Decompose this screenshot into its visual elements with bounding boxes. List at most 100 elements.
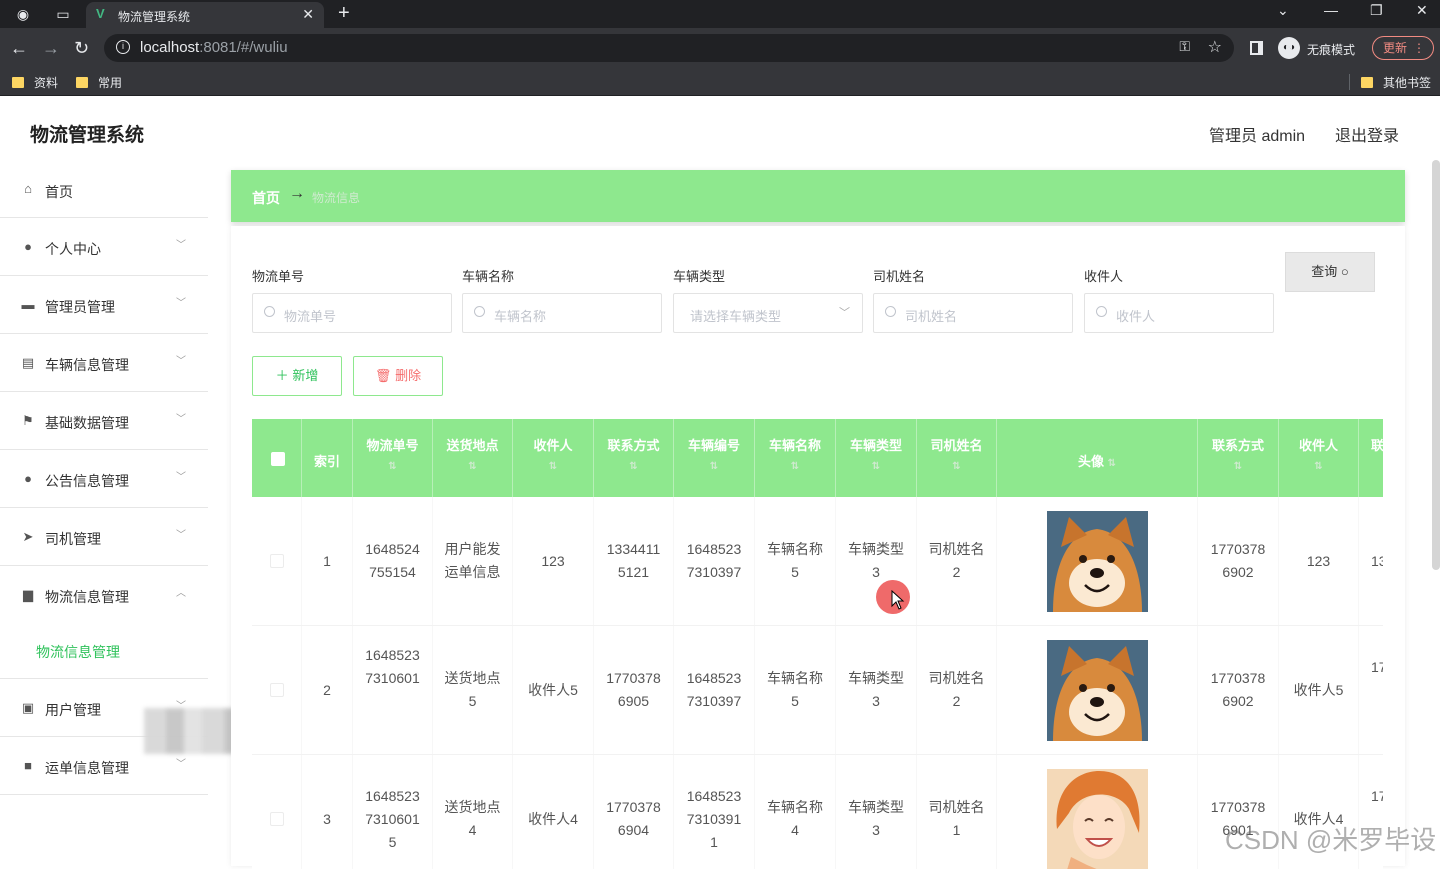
- filter-label: 物流单号: [252, 266, 304, 285]
- delete-button[interactable]: 🗑 删除: [353, 356, 443, 396]
- header-cell[interactable]: 联: [1359, 419, 1383, 497]
- browser-tab[interactable]: V 物流管理系统 ✕: [86, 2, 324, 28]
- vehicle-name-input[interactable]: 车辆名称: [462, 293, 662, 333]
- driver-name-input[interactable]: 司机姓名: [873, 293, 1073, 333]
- table-row[interactable]: 1 1648524 755154 用户能发 运单信息 123 1334411 5…: [252, 497, 1383, 626]
- recipient-input[interactable]: 收件人: [1084, 293, 1274, 333]
- header-cell[interactable]: 收件人⇅: [1279, 419, 1359, 497]
- header-cell[interactable]: 联系方式⇅: [1198, 419, 1279, 497]
- header-cell[interactable]: 物流单号⇅: [353, 419, 433, 497]
- sort-icon: ⇅: [433, 461, 512, 472]
- checkbox[interactable]: [270, 683, 284, 697]
- flag-icon: ⚑: [21, 414, 35, 428]
- avatar[interactable]: [1047, 640, 1148, 741]
- avatar[interactable]: [1047, 511, 1148, 612]
- table-row[interactable]: 2 1648523 7310601 送货地点 5 收件人5 1770378 69…: [252, 626, 1383, 755]
- update-button[interactable]: 更新⋮: [1372, 36, 1434, 60]
- url-text[interactable]: localhost:8081/#/wuliu: [140, 39, 288, 56]
- table-cell: 17: [1359, 626, 1383, 754]
- minimize-icon[interactable]: —: [1324, 2, 1338, 18]
- chevron-down-icon: ﹀: [839, 304, 850, 320]
- header-cell[interactable]: 车辆编号⇅: [674, 419, 755, 497]
- table-cell: 1648523 7310397: [674, 497, 755, 625]
- header-cell[interactable]: 车辆类型⇅: [836, 419, 917, 497]
- tracking-number-input[interactable]: 物流单号: [252, 293, 452, 333]
- sidebar-item-profile[interactable]: ● 个人中心 ﹀: [0, 218, 208, 276]
- app-root: 物流管理系统 管理员 admin 退出登录 ⌂ 首页 ● 个人中心 ﹀ ▬ 管理…: [0, 100, 1440, 864]
- header-select-all[interactable]: [252, 419, 302, 497]
- page-scrollbar[interactable]: [1432, 160, 1440, 570]
- header-cell[interactable]: 头像 ⇅: [997, 419, 1198, 497]
- sidebar-item-logistics[interactable]: ▆ 物流信息管理 ︿: [0, 566, 208, 624]
- logout-link[interactable]: 退出登录: [1335, 122, 1399, 146]
- table-cell: 1770378 6904: [594, 755, 674, 869]
- bookmark-folder[interactable]: 资料: [12, 74, 58, 91]
- tab-list-icon[interactable]: ⌄: [1277, 2, 1289, 19]
- woman-portrait-image: [1047, 769, 1148, 869]
- query-button[interactable]: 查询 ○: [1285, 252, 1375, 292]
- filter-label: 司机姓名: [873, 266, 925, 285]
- sidebar-item-notice[interactable]: ● 公告信息管理 ﹀: [0, 450, 208, 508]
- breadcrumb-home[interactable]: 首页: [252, 188, 280, 208]
- search-icon: ○: [1341, 264, 1349, 279]
- sidebar-item-admin[interactable]: ▬ 管理员管理 ﹀: [0, 276, 208, 334]
- header-cell[interactable]: 联系方式⇅: [594, 419, 674, 497]
- table-cell: 3: [302, 755, 353, 869]
- submenu-logistics-info[interactable]: 物流信息管理: [0, 624, 208, 679]
- header-cell[interactable]: 收件人⇅: [513, 419, 594, 497]
- chevron-up-icon: ︿: [176, 584, 186, 599]
- sidebar-item-home[interactable]: ⌂ 首页: [0, 160, 208, 218]
- site-info-icon[interactable]: i: [116, 40, 130, 54]
- avatar[interactable]: [1047, 769, 1148, 869]
- video-icon: ■: [21, 759, 35, 773]
- table-cell: 1770378 6902: [1198, 626, 1279, 754]
- sidebar-item-vehicle[interactable]: ▤ 车辆信息管理 ﹀: [0, 334, 208, 392]
- sidebar-item-basedata[interactable]: ⚑ 基础数据管理 ﹀: [0, 392, 208, 450]
- chrome-menu-icon[interactable]: ◉: [14, 5, 32, 23]
- sidebar-item-driver[interactable]: ➤ 司机管理 ﹀: [0, 508, 208, 566]
- close-tab-icon[interactable]: ✕: [302, 6, 314, 23]
- reload-icon[interactable]: ↻: [74, 38, 89, 58]
- back-icon[interactable]: ←: [10, 38, 28, 58]
- folder-icon: [1361, 77, 1373, 88]
- bookmark-star-icon[interactable]: ☆: [1208, 37, 1222, 57]
- password-key-icon[interactable]: ⚿: [1179, 38, 1190, 55]
- avatar-cell: [997, 626, 1198, 754]
- tab-search-icon[interactable]: ▭: [54, 5, 72, 23]
- forward-icon[interactable]: →: [42, 38, 60, 58]
- filter-label: 车辆名称: [462, 266, 514, 285]
- table-cell: 送货地点 4: [433, 755, 513, 869]
- restore-icon[interactable]: ❐: [1370, 2, 1383, 19]
- bookmark-folder[interactable]: 常用: [76, 74, 122, 91]
- table-cell: 收件人5: [1279, 626, 1359, 754]
- add-button[interactable]: ＋ 新增: [252, 356, 342, 396]
- sidebar-item-label: 首页: [45, 182, 73, 202]
- new-tab-button[interactable]: +: [338, 2, 350, 25]
- side-panel-icon[interactable]: [1250, 41, 1263, 55]
- search-icon: [264, 306, 275, 317]
- header-cell[interactable]: 车辆名称⇅: [755, 419, 836, 497]
- sort-icon: ⇅: [594, 461, 673, 472]
- sidebar-item-label: 个人中心: [45, 239, 101, 259]
- table-cell: 1: [302, 497, 353, 625]
- home-icon: ⌂: [21, 182, 35, 196]
- close-window-icon[interactable]: ✕: [1416, 2, 1428, 19]
- other-bookmarks[interactable]: 其他书签: [1361, 74, 1431, 91]
- breadcrumb-current: 物流信息: [312, 189, 360, 206]
- checkbox[interactable]: [270, 812, 284, 826]
- omnibox[interactable]: i localhost:8081/#/wuliu ⚿ ☆: [104, 34, 1234, 62]
- checkbox[interactable]: [270, 554, 284, 568]
- sidebar-item-label: 车辆信息管理: [45, 355, 129, 375]
- vehicle-type-select[interactable]: 请选择车辆类型 ﹀: [673, 293, 863, 333]
- header-cell[interactable]: 送货地点⇅: [433, 419, 513, 497]
- table-cell: 1770378 6905: [594, 626, 674, 754]
- header-cell[interactable]: 司机姓名⇅: [917, 419, 997, 497]
- bookmarks-bar: 资料 常用 其他书签: [0, 68, 1440, 96]
- checkbox[interactable]: [271, 452, 285, 466]
- sort-icon: ⇅: [353, 461, 432, 472]
- header-cell: 索引: [302, 419, 353, 497]
- sort-icon: ⇅: [917, 461, 996, 472]
- chevron-down-icon: ﹀: [176, 755, 186, 770]
- chevron-down-icon: ﹀: [176, 236, 186, 251]
- table-row[interactable]: 3 1648523 7310601 5 送货地点 4 收件人4 1770378 …: [252, 755, 1383, 869]
